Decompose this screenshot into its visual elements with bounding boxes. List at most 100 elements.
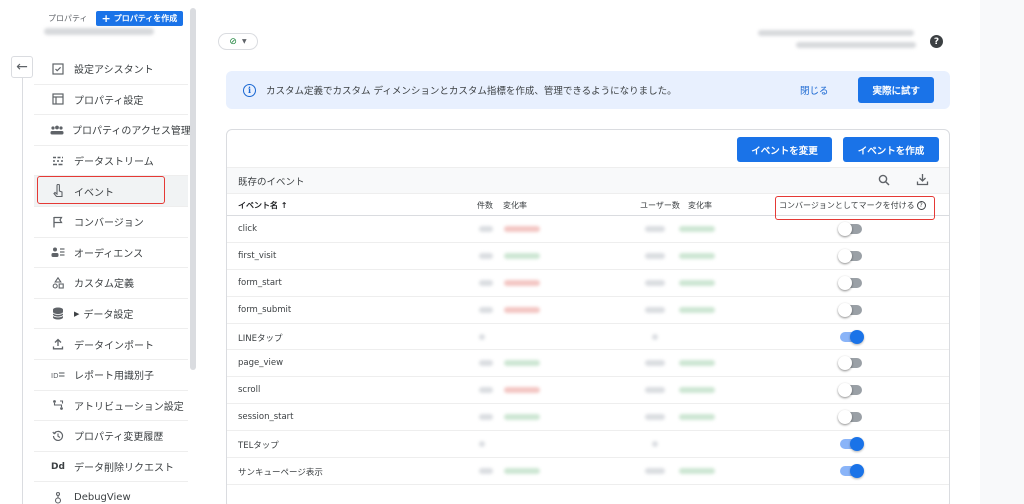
sidebar-item-data-import[interactable]: データインポート — [34, 329, 188, 360]
event-name: form_submit — [238, 304, 292, 315]
sidebar-scrollbar[interactable] — [190, 8, 196, 370]
sidebar-item-audiences[interactable]: オーディエンス — [34, 238, 188, 269]
sidebar-item-conversions[interactable]: コンバージョン — [34, 207, 188, 238]
database-icon — [50, 306, 66, 322]
column-users-change[interactable]: 変化率 — [688, 200, 712, 211]
toggle-knob — [838, 302, 852, 317]
column-users[interactable]: ユーザー数 — [640, 200, 680, 211]
count-change — [504, 252, 540, 259]
event-name: first_visit — [238, 250, 277, 261]
create-property-label: プロパティを作成 — [113, 14, 178, 23]
identifier-icon: ID — [50, 367, 66, 383]
conversion-toggle[interactable] — [838, 383, 862, 398]
property-selector[interactable] — [44, 28, 154, 35]
sidebar-item-data-deletion[interactable]: Dd データ削除リクエスト — [34, 452, 188, 483]
rail-divider — [22, 78, 23, 504]
streams-icon — [50, 153, 66, 169]
modify-event-button[interactable]: イベントを変更 — [737, 137, 832, 162]
conversion-toggle[interactable] — [838, 248, 862, 263]
toggle-knob — [838, 275, 852, 290]
table-row: form_start — [227, 270, 949, 297]
sidebar-item-access-management[interactable]: プロパティのアクセス管理 — [34, 115, 191, 146]
checklist-icon — [50, 61, 66, 77]
dropdown-arrow-icon: ▼ — [241, 38, 247, 45]
sidebar-item-label: データ削除リクエスト — [74, 463, 174, 475]
table-title: 既存のイベント — [238, 176, 305, 188]
left-rail: ← — [0, 0, 34, 504]
conversion-toggle[interactable] — [840, 464, 864, 479]
sidebar-item-data-settings[interactable]: ▶ データ設定 — [34, 299, 188, 330]
event-name: scroll — [238, 385, 261, 396]
event-name: LINEタップ — [238, 333, 283, 344]
sidebar-item-setup-assistant[interactable]: 設定アシスタント — [34, 54, 188, 85]
help-icon[interactable]: ? — [930, 35, 943, 48]
event-count — [479, 226, 493, 232]
event-count — [479, 306, 493, 313]
toggle-knob — [850, 437, 864, 452]
conversion-toggle[interactable] — [840, 329, 864, 344]
count-change — [504, 387, 540, 394]
table-row: session_start — [227, 404, 949, 432]
column-count-change[interactable]: 変化率 — [503, 200, 527, 211]
download-icon[interactable] — [916, 173, 929, 189]
flag-icon — [50, 214, 66, 230]
table-row: click — [227, 216, 949, 243]
conversion-toggle[interactable] — [838, 222, 862, 236]
count-change — [504, 306, 540, 313]
toggle-knob — [838, 248, 852, 263]
property-settings-icon — [50, 91, 66, 107]
events-table-body: click first_visit form_start form_submit… — [227, 216, 949, 485]
sidebar-item-data-streams[interactable]: データストリーム — [34, 146, 188, 177]
sidebar-item-attribution-settings[interactable]: アトリビューション設定 — [34, 391, 188, 422]
caret-right-icon[interactable]: ▶ — [74, 310, 79, 318]
sidebar-item-reporting-identity[interactable]: ID レポート用識別子 — [34, 360, 188, 391]
info-icon: i — [243, 83, 256, 97]
conversion-toggle[interactable] — [840, 437, 864, 452]
column-count[interactable]: 件数 — [477, 200, 493, 211]
sidebar-item-label: 設定アシスタント — [74, 65, 154, 77]
search-icon[interactable] — [878, 174, 890, 189]
conversion-toggle[interactable] — [838, 302, 862, 317]
sidebar-item-label: オーディエンス — [74, 248, 144, 260]
admin-sidebar: プロパティ + プロパティを作成 設定アシスタント プロパティ設定 プロパティの… — [34, 0, 191, 504]
conversion-toggle[interactable] — [838, 275, 862, 290]
people-icon — [50, 122, 64, 138]
events-card: イベントを変更 イベントを作成 既存のイベント イベント名 ↑ 件数 変化率 ユ… — [226, 129, 950, 504]
column-event-name[interactable]: イベント名 ↑ — [238, 200, 288, 211]
table-row: form_submit — [227, 297, 949, 324]
toggle-knob — [838, 356, 852, 371]
sidebar-item-property-settings[interactable]: プロパティ設定 — [34, 85, 188, 116]
user-change — [679, 360, 715, 367]
sidebar-item-debugview[interactable]: DebugView — [34, 482, 188, 504]
sidebar-item-label: DebugView — [74, 491, 131, 503]
user-change — [679, 414, 715, 421]
conversion-toggle[interactable] — [838, 410, 862, 425]
property-header: プロパティ + プロパティを作成 — [48, 11, 184, 26]
sidebar-item-label: プロパティ設定 — [74, 95, 144, 107]
create-event-button[interactable]: イベントを作成 — [843, 137, 939, 162]
property-label: プロパティ — [48, 14, 88, 23]
sidebar-nav: 設定アシスタント プロパティ設定 プロパティのアクセス管理 データストリーム イ… — [34, 54, 191, 504]
user-change — [679, 306, 715, 313]
try-it-button[interactable]: 実際に試す — [858, 77, 934, 103]
sidebar-item-label: カスタム定義 — [74, 279, 134, 291]
sidebar-item-label: アトリビューション設定 — [74, 401, 184, 413]
event-count — [479, 441, 485, 448]
sidebar-item-label: データ設定 — [83, 310, 134, 322]
user-count — [645, 306, 665, 313]
event-name: session_start — [238, 412, 294, 423]
table-row: scroll — [227, 377, 949, 405]
event-count — [479, 360, 493, 367]
conversion-toggle[interactable] — [838, 356, 862, 371]
status-chip[interactable]: ⊘ ▼ — [218, 33, 258, 50]
toggle-knob — [850, 329, 864, 344]
banner-message: カスタム定義でカスタム ディメンションとカスタム指標を作成、管理できるようになり… — [266, 86, 677, 97]
sidebar-item-custom-definitions[interactable]: カスタム定義 — [34, 268, 188, 299]
account-name — [796, 42, 916, 48]
create-property-button[interactable]: + プロパティを作成 — [95, 11, 184, 26]
event-count — [479, 468, 493, 475]
back-arrow-icon[interactable]: ← — [11, 56, 33, 78]
upload-icon — [50, 336, 66, 352]
sidebar-item-change-history[interactable]: プロパティ変更履歴 — [34, 421, 188, 452]
banner-close-link[interactable]: 閉じる — [800, 83, 829, 97]
